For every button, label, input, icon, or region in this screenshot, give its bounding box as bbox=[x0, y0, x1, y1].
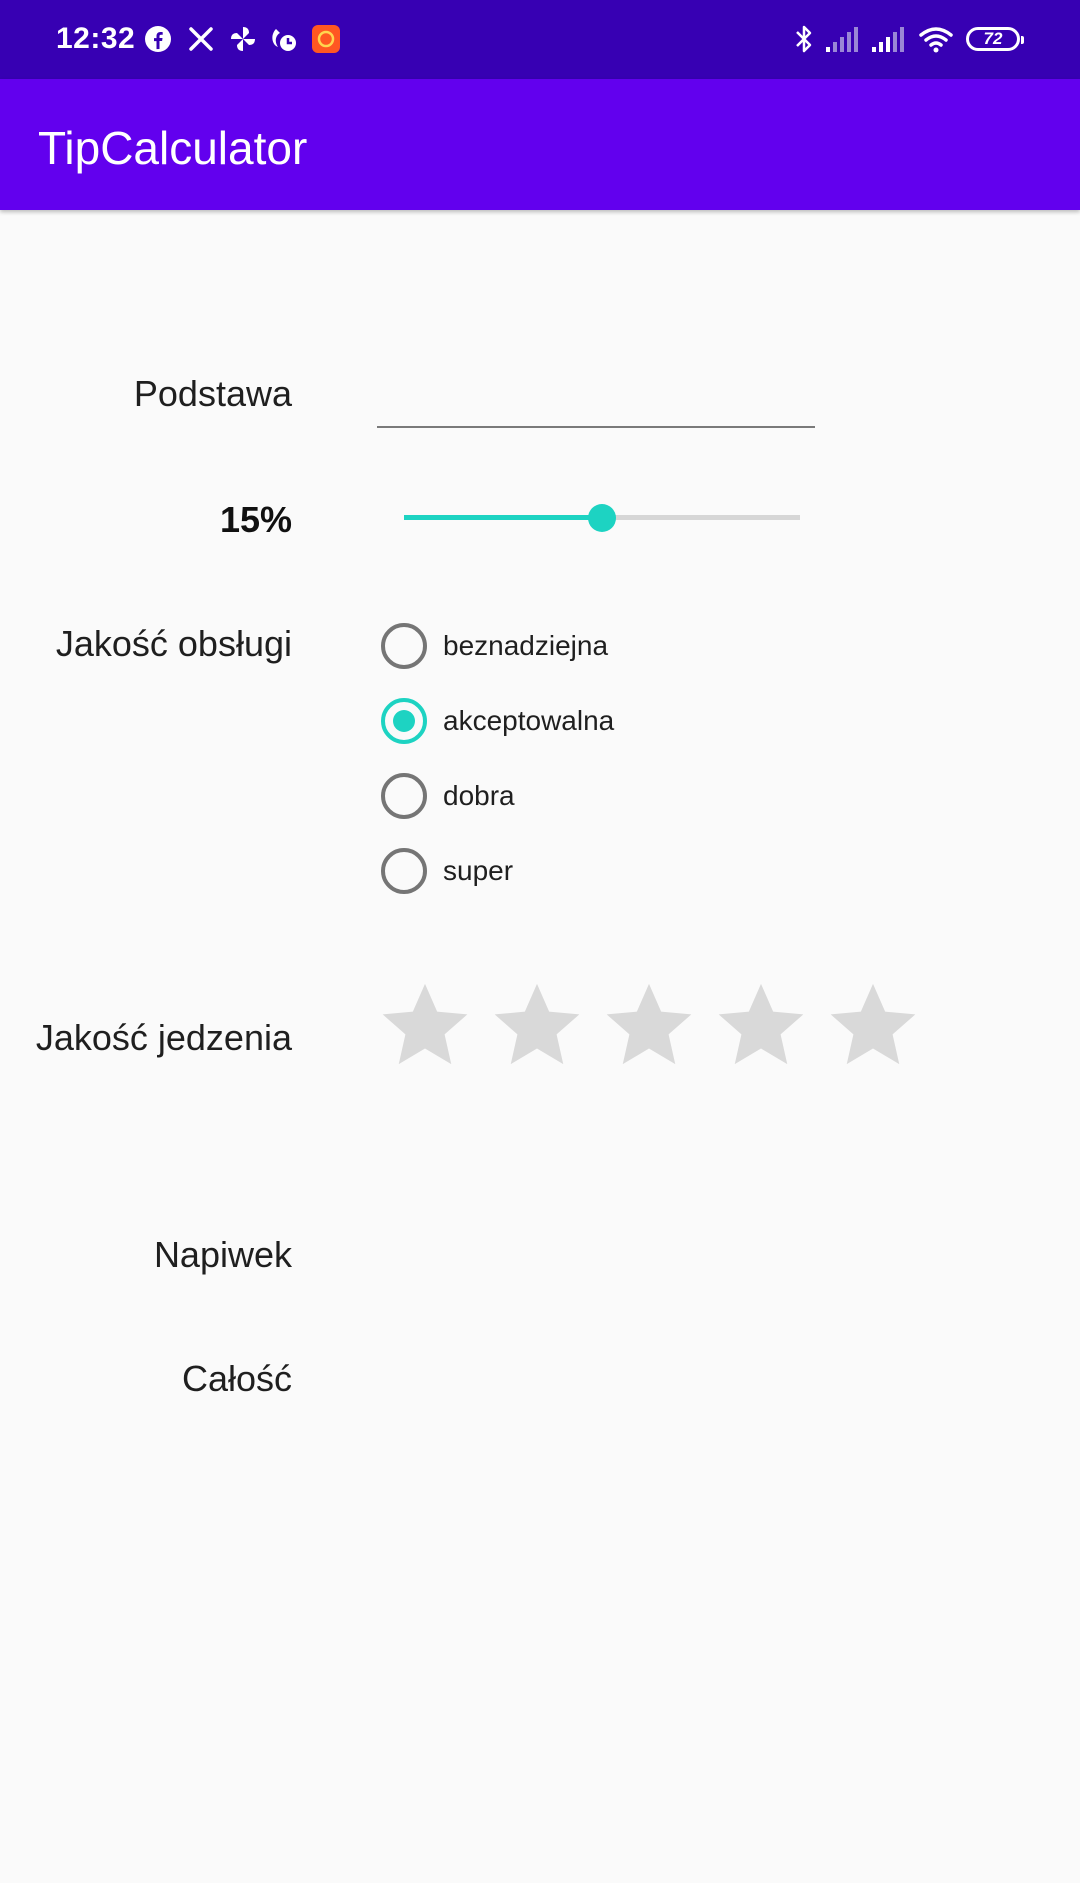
radio-label: super bbox=[443, 855, 514, 886]
food-quality-label: Jakość jedzenia bbox=[35, 1017, 292, 1058]
signal-icon bbox=[869, 24, 909, 54]
service-option-dobra[interactable]: dobra bbox=[381, 772, 515, 820]
service-option-beznadziejna[interactable]: beznadziejna bbox=[381, 622, 608, 670]
tip-percent-label: 15% bbox=[219, 499, 292, 540]
radio-button[interactable] bbox=[381, 623, 427, 669]
radio-button[interactable] bbox=[381, 698, 427, 744]
slider-thumb[interactable] bbox=[588, 504, 616, 532]
service-quality-label: Jakość obsługi bbox=[55, 623, 292, 664]
base-amount-label: Podstawa bbox=[133, 373, 292, 414]
star-icon[interactable] bbox=[825, 978, 921, 1072]
app-bar: TipCalculator bbox=[0, 79, 1080, 210]
star-icon[interactable] bbox=[377, 978, 473, 1072]
wifi-icon bbox=[917, 24, 955, 54]
notification-app-icon bbox=[311, 24, 341, 54]
star-icon[interactable] bbox=[489, 978, 585, 1072]
radio-label: akceptowalna bbox=[443, 705, 615, 736]
status-bar: 12:32 72 bbox=[0, 0, 1080, 79]
radio-button[interactable] bbox=[381, 773, 427, 819]
app-icon bbox=[268, 24, 298, 54]
app-title: TipCalculator bbox=[38, 122, 308, 174]
status-time: 12:32 bbox=[56, 22, 136, 55]
base-amount-input[interactable] bbox=[377, 370, 815, 428]
food-quality-rating-bar[interactable] bbox=[377, 978, 921, 1072]
service-option-super[interactable]: super bbox=[381, 847, 513, 895]
star-icon[interactable] bbox=[601, 978, 697, 1072]
tip-percent-slider[interactable] bbox=[404, 504, 800, 532]
radio-label: beznadziejna bbox=[443, 630, 609, 661]
slider-fill bbox=[404, 515, 602, 520]
bluetooth-icon bbox=[789, 24, 819, 54]
service-option-akceptowalna[interactable]: akceptowalna bbox=[381, 697, 614, 745]
tip-label: Napiwek bbox=[153, 1234, 292, 1275]
total-label: Całość bbox=[181, 1358, 292, 1399]
x-icon bbox=[186, 24, 216, 54]
pinwheel-icon bbox=[228, 24, 258, 54]
radio-label: dobra bbox=[443, 780, 515, 811]
signal-icon bbox=[823, 24, 863, 54]
star-icon[interactable] bbox=[713, 978, 809, 1072]
battery-icon: 72 bbox=[966, 27, 1024, 51]
radio-button[interactable] bbox=[381, 848, 427, 894]
battery-level: 72 bbox=[983, 29, 1003, 48]
facebook-icon bbox=[143, 24, 173, 54]
